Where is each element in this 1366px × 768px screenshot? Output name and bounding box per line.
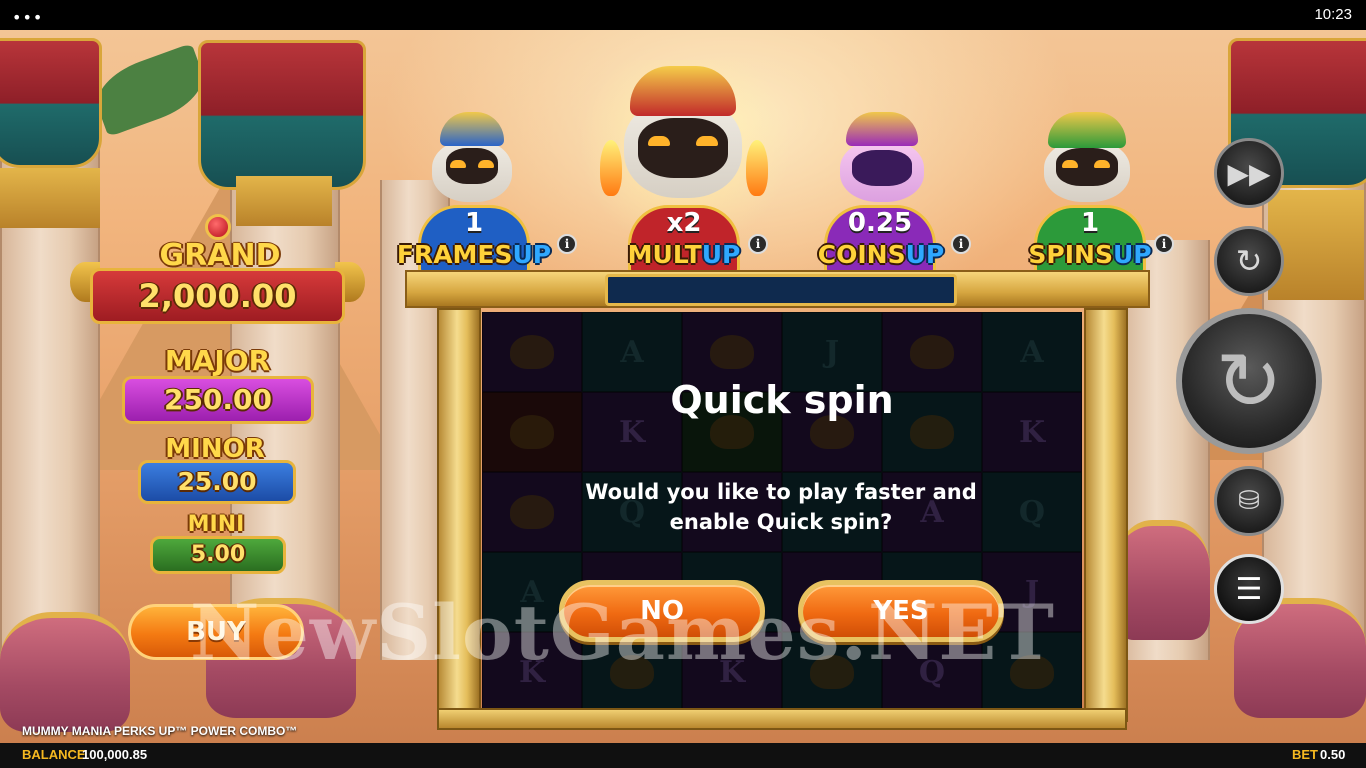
spin-button[interactable]: ↻ [1176, 308, 1322, 454]
vase [0, 612, 130, 732]
balance-value: 100,000.85 [82, 747, 148, 762]
clock: 10:23 [1314, 6, 1352, 23]
mini-jackpot-value: 5.00 [150, 536, 286, 574]
major-jackpot-value: 250.00 [122, 376, 314, 424]
mummy-eye [1062, 160, 1078, 168]
bet-value: 0.50 [1320, 747, 1346, 762]
coins-up-info-icon[interactable]: i [951, 234, 971, 254]
coins-up-value: 0.25 [847, 208, 913, 238]
menu-button[interactable]: ☰ [1214, 554, 1284, 624]
bottom-bar [0, 743, 1366, 768]
major-jackpot-label: MAJOR [164, 344, 271, 377]
dialog-title: Quick spin [670, 378, 894, 422]
frames-up-label: FRAMESUP [396, 240, 552, 269]
frames-up-value: 1 [464, 208, 484, 238]
game-title: MUMMY MANIA PERKS UP™ POWER COMBO™ [22, 724, 298, 738]
mummy-mask [638, 118, 728, 178]
purple-headdress [846, 112, 918, 146]
game-screen: ••• 10:23 GRAND 2,000.00 MAJOR 250.00 MI… [0, 0, 1366, 768]
ruby-gem-icon [205, 214, 231, 240]
mummy-eye [1094, 160, 1110, 168]
mummy-eye [478, 160, 494, 168]
flame-icon [746, 140, 768, 196]
hamburger-menu-icon: ☰ [1235, 571, 1263, 607]
red-headdress [630, 66, 736, 116]
pillar-band [0, 168, 100, 228]
mini-jackpot-label: MINI [187, 512, 245, 537]
bet-label: BET [1292, 747, 1318, 762]
flame-icon [600, 140, 622, 196]
mummy-eye [696, 136, 718, 146]
mummy-eye [648, 136, 670, 146]
mult-up-value: x2 [666, 208, 702, 238]
pillar-band [236, 176, 332, 226]
mult-up-label: MULTUP [627, 240, 741, 269]
coins-up-label: COINSUP [817, 240, 945, 269]
spins-up-info-icon[interactable]: i [1154, 234, 1174, 254]
autoplay-icon: ↻ [1235, 242, 1263, 280]
spins-up-label: SPINSUP [1028, 240, 1152, 269]
green-headdress [1048, 112, 1126, 148]
turbo-button[interactable]: ▶▶ [1214, 138, 1284, 208]
mult-up-info-icon[interactable]: i [748, 234, 768, 254]
pillar-capital [0, 38, 102, 168]
spin-icon: ↻ [1215, 334, 1283, 428]
pillar-band [1268, 190, 1364, 300]
dialog-message: Would you like to play faster and enable… [585, 480, 977, 534]
bet-button[interactable]: ⛁ [1214, 466, 1284, 536]
spins-up-value: 1 [1080, 208, 1100, 238]
autoplay-button[interactable]: ↻ [1214, 226, 1284, 296]
mummy-mask [852, 150, 912, 186]
reel-frame-base [437, 708, 1127, 730]
watermark: NewSlotGames.NET [190, 588, 1055, 677]
coins-icon: ⛁ [1238, 486, 1260, 516]
grand-jackpot-value: 2,000.00 [90, 268, 345, 324]
frames-up-info-icon[interactable]: i [557, 234, 577, 254]
win-display [605, 274, 957, 306]
status-bar: ••• 10:23 [0, 0, 1366, 30]
palm-leaf [88, 42, 212, 138]
more-options-icon[interactable]: ••• [12, 8, 43, 27]
minor-jackpot-value: 25.00 [138, 460, 296, 504]
pillar-capital [198, 40, 366, 190]
mummy-eye [450, 160, 466, 168]
fast-forward-icon: ▶▶ [1227, 156, 1271, 190]
balance-label: BALANCE [22, 747, 86, 762]
